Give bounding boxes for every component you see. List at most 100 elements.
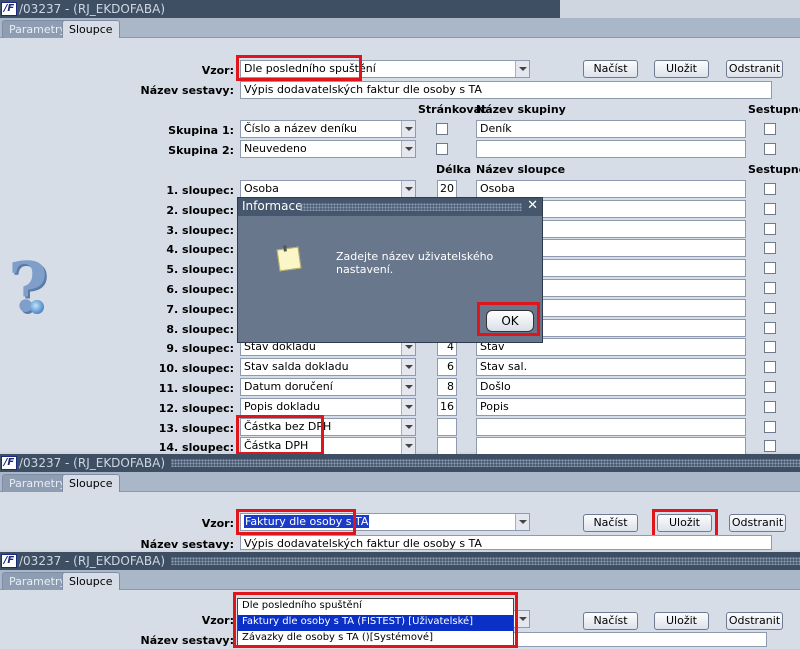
ulozit-button[interactable]: Uložit (657, 514, 712, 532)
header-sestupne-1: Sestupně (748, 103, 800, 116)
sloupec-label: 2. sloupec: (166, 204, 234, 217)
sloupec-delka-input[interactable] (437, 437, 457, 455)
dropdown-option-selected[interactable]: Faktury dle osoby s TA (FISTEST) [Uživat… (238, 615, 513, 631)
vzor-select[interactable]: Faktury dle osoby s TA (240, 513, 530, 531)
vzor-select[interactable]: Dle posledního spuštění (240, 60, 530, 78)
tab-sloupce[interactable]: Sloupce (62, 474, 120, 493)
chevron-down-icon[interactable] (401, 438, 415, 454)
sloupec-select[interactable]: Částka bez DPH (240, 418, 416, 436)
sloupec-sestupne-checkbox[interactable] (764, 341, 776, 353)
app-logo-icon: /F (1, 554, 17, 568)
sloupec-label: 3. sloupec: (166, 224, 234, 237)
odstranit-button[interactable]: Odstranit (726, 612, 783, 630)
dialog-message: Zadejte název uživatelského nastavení. (336, 250, 494, 276)
sloupec-select[interactable]: Popis dokladu (240, 398, 416, 416)
window3-title: /03237 - (RJ_EKDOFABA) (19, 554, 166, 568)
sloupec-name-input[interactable] (476, 437, 746, 455)
vzor-label: Vzor: (201, 614, 234, 627)
sloupec-select[interactable]: Částka DPH (240, 437, 416, 455)
vzor-label: Vzor: (201, 64, 234, 77)
nacist-button[interactable]: Načíst (583, 612, 638, 630)
tab-sloupce[interactable]: Sloupce (62, 572, 120, 591)
sloupec-delka-input[interactable]: 8 (437, 378, 457, 396)
nacist-button[interactable]: Načíst (583, 60, 638, 78)
sloupec-name-input[interactable]: Stav sal. (476, 358, 746, 376)
nazev-sestavy-input[interactable]: Výpis dodavatelských faktur dle osoby s … (240, 81, 772, 99)
sloupec-name-input[interactable]: Došlo (476, 378, 746, 396)
nazev-sestavy-label: Název sestavy: (140, 634, 234, 647)
odstranit-button[interactable]: Odstranit (726, 60, 783, 78)
sloupec-sestupne-checkbox[interactable] (764, 223, 776, 235)
skupina-1-label: Skupina 1: (168, 124, 234, 137)
chevron-down-icon[interactable] (401, 359, 415, 375)
chevron-down-icon[interactable] (515, 611, 529, 627)
sloupec-sestupne-checkbox[interactable] (764, 421, 776, 433)
nacist-button[interactable]: Načíst (583, 514, 638, 532)
window2-titlebar: /F /03237 - (RJ_EKDOFABA) (0, 454, 800, 472)
chevron-down-icon[interactable] (515, 61, 529, 77)
skupina-1-sestupne-checkbox[interactable] (764, 123, 776, 135)
sloupec-name-input[interactable]: Osoba (476, 180, 746, 198)
header-sestupne-2: Sestupně (748, 163, 800, 176)
sloupec-sestupne-checkbox[interactable] (764, 262, 776, 274)
ok-button[interactable]: OK (486, 310, 534, 332)
skupina-2-sestupne-checkbox[interactable] (764, 143, 776, 155)
ulozit-button[interactable]: Uložit (654, 612, 709, 630)
skupina-2-select[interactable]: Neuvedeno (240, 140, 416, 158)
sloupec-name-input[interactable]: Popis (476, 398, 746, 416)
sloupec-label: 11. sloupec: (158, 382, 234, 395)
dropdown-option[interactable]: Dle posledního spuštění (238, 599, 513, 615)
close-icon[interactable]: ✕ (527, 198, 538, 213)
header-nazev-sloupce: Název sloupce (476, 163, 566, 176)
chevron-down-icon[interactable] (401, 419, 415, 435)
window2-title: /03237 - (RJ_EKDOFABA) (19, 456, 166, 470)
odstranit-button[interactable]: Odstranit (729, 514, 786, 532)
window2-tabs: Parametry Sloupce (0, 472, 800, 493)
chevron-down-icon[interactable] (401, 379, 415, 395)
informace-dialog: Informace ✕ Zadejte název uživatelského … (237, 197, 543, 343)
sloupec-name-input[interactable] (476, 418, 746, 436)
sloupec-delka-input[interactable]: 6 (437, 358, 457, 376)
sloupec-label: 5. sloupec: (166, 263, 234, 276)
skupina-1-strankovat-checkbox[interactable] (436, 123, 448, 135)
sloupec-select[interactable]: Stav salda dokladu (240, 358, 416, 376)
chevron-down-icon[interactable] (401, 181, 415, 197)
sloupec-sestupne-checkbox[interactable] (764, 302, 776, 314)
skupina-1-select[interactable]: Číslo a název deníku (240, 120, 416, 138)
sloupec-sestupne-checkbox[interactable] (764, 203, 776, 215)
sloupec-sestupne-checkbox[interactable] (764, 361, 776, 373)
app-logo-icon: /F (1, 456, 17, 470)
chevron-down-icon[interactable] (401, 121, 415, 137)
sloupec-sestupne-checkbox[interactable] (764, 401, 776, 413)
sloupec-select[interactable]: Osoba (240, 180, 416, 198)
sloupec-sestupne-checkbox[interactable] (764, 381, 776, 393)
window1-title: /03237 - (RJ_EKDOFABA) (19, 2, 166, 16)
sloupec-sestupne-checkbox[interactable] (764, 242, 776, 254)
dropdown-option[interactable]: Závazky dle osoby s TA ()[Systémové] (238, 631, 513, 647)
nazev-sestavy-input[interactable]: Výpis dodavatelských faktur dle osoby s … (240, 535, 772, 550)
chevron-down-icon[interactable] (515, 514, 529, 530)
sloupec-label: 14. sloupec: (158, 441, 234, 454)
help-question-icon: ? (8, 248, 48, 328)
window1-tabs: Parametry Sloupce (0, 18, 800, 39)
sloupec-delka-input[interactable]: 20 (437, 180, 457, 198)
skupina-1-name-input[interactable]: Deník (476, 120, 746, 138)
sloupec-label: 13. sloupec: (158, 422, 234, 435)
window3-titlebar: /F /03237 - (RJ_EKDOFABA) (0, 552, 800, 570)
tab-sloupce[interactable]: Sloupce (62, 20, 120, 39)
sloupec-delka-input[interactable] (437, 418, 457, 436)
sloupec-sestupne-checkbox[interactable] (764, 322, 776, 334)
skupina-2-strankovat-checkbox[interactable] (436, 143, 448, 155)
sloupec-sestupne-checkbox[interactable] (764, 183, 776, 195)
chevron-down-icon[interactable] (401, 399, 415, 415)
skupina-2-label: Skupina 2: (168, 144, 234, 157)
sloupec-select[interactable]: Datum doručení (240, 378, 416, 396)
chevron-down-icon[interactable] (401, 141, 415, 157)
ulozit-button[interactable]: Uložit (654, 60, 709, 78)
sloupec-delka-input[interactable]: 16 (437, 398, 457, 416)
window3-tabs: Parametry Sloupce (0, 570, 800, 591)
skupina-2-name-input[interactable] (476, 140, 746, 158)
sloupec-label: 4. sloupec: (166, 243, 234, 256)
sloupec-sestupne-checkbox[interactable] (764, 440, 776, 452)
sloupec-sestupne-checkbox[interactable] (764, 282, 776, 294)
